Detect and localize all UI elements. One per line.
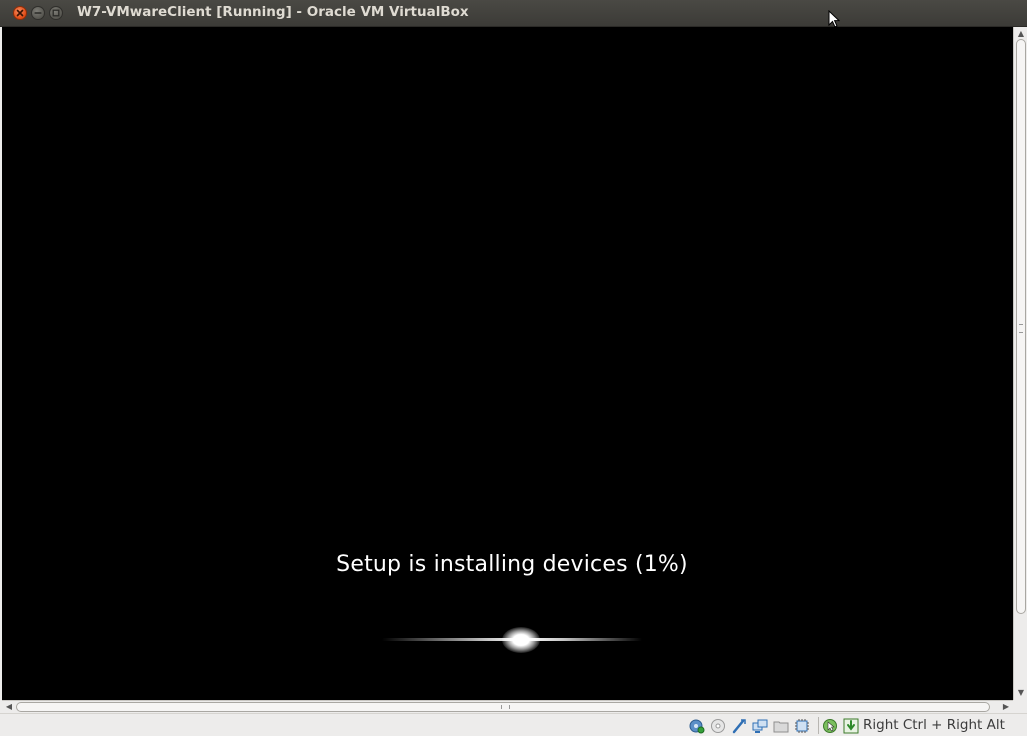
progress-glow-orb	[502, 627, 540, 653]
maximize-button[interactable]	[49, 6, 63, 20]
window-title: W7-VMwareClient [Running] - Oracle VM Vi…	[77, 4, 469, 20]
minimize-button[interactable]	[31, 6, 45, 20]
mouse-integration-icon[interactable]	[822, 718, 838, 734]
status-bar: Right Ctrl + Right Alt	[0, 713, 1027, 736]
vertical-scroll-thumb[interactable]	[1016, 39, 1026, 614]
scroll-left-arrow-icon[interactable]: ◀	[4, 702, 14, 712]
optical-drive-icon[interactable]	[710, 718, 726, 734]
usb-icon[interactable]	[731, 718, 747, 734]
virtualbox-window: W7-VMwareClient [Running] - Oracle VM Vi…	[0, 0, 1027, 736]
scroll-down-arrow-icon[interactable]: ▼	[1016, 688, 1026, 698]
status-separator	[818, 717, 819, 734]
keyboard-capture-icon[interactable]	[843, 718, 859, 734]
network-icon[interactable]	[752, 718, 768, 734]
horizontal-scroll-thumb[interactable]	[16, 702, 990, 712]
mouse-pointer-icon	[828, 9, 841, 28]
scroll-right-arrow-icon[interactable]: ▶	[1001, 702, 1011, 712]
hard-disk-icon[interactable]	[689, 718, 705, 734]
video-capture-icon[interactable]	[794, 718, 810, 734]
setup-status-text: Setup is installing devices (1%)	[336, 552, 688, 577]
shared-folders-icon[interactable]	[773, 718, 789, 734]
vertical-scrollbar[interactable]: ▲ ▼	[1013, 27, 1027, 700]
vm-display[interactable]: Setup is installing devices (1%)	[2, 27, 1013, 700]
horizontal-scrollbar[interactable]: ◀ ▶	[2, 700, 1013, 713]
host-key-label: Right Ctrl + Right Alt	[863, 717, 1005, 733]
title-bar[interactable]: W7-VMwareClient [Running] - Oracle VM Vi…	[0, 0, 1027, 27]
grip-icon	[501, 705, 510, 709]
scroll-up-arrow-icon[interactable]: ▲	[1016, 29, 1026, 39]
close-button[interactable]	[13, 6, 27, 20]
grip-icon	[1019, 324, 1023, 333]
